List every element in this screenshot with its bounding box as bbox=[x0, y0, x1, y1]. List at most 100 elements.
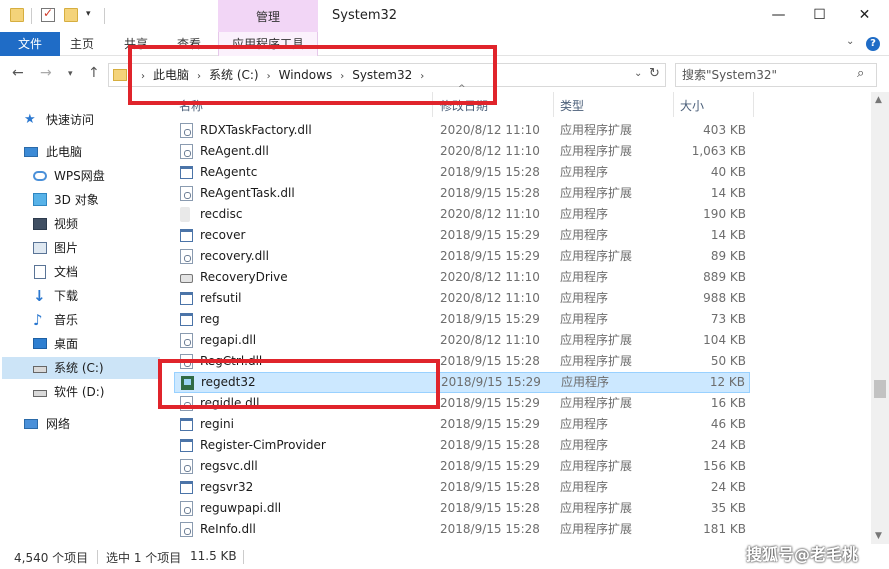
new-folder-icon[interactable] bbox=[64, 8, 78, 22]
nav-drive-c[interactable]: 系统 (C:) bbox=[2, 357, 160, 379]
file-name: recovery.dll bbox=[200, 249, 269, 263]
file-row[interactable]: regsvc.dll 2018/9/15 15:29 应用程序扩展 156 KB bbox=[174, 456, 750, 477]
file-row[interactable]: Register-CimProvider 2018/9/15 15:28 应用程序 2… bbox=[174, 435, 750, 456]
file-date: 2020/8/12 11:10 bbox=[440, 291, 540, 305]
file-size: 40 KB bbox=[710, 165, 746, 179]
manage-context-tab[interactable]: 管理 bbox=[218, 0, 318, 32]
nav-3d-objects[interactable]: 3D 对象 bbox=[0, 189, 158, 211]
file-row[interactable]: reg 2018/9/15 15:29 应用程序 73 KB bbox=[174, 309, 750, 330]
file-row[interactable]: regsvr32 2018/9/15 15:28 应用程序 24 KB bbox=[174, 477, 750, 498]
nav-pictures[interactable]: 图片 bbox=[0, 237, 158, 259]
file-name: regini bbox=[200, 417, 234, 431]
dll-file-icon bbox=[180, 459, 193, 474]
recent-locations-icon[interactable]: ▾ bbox=[68, 69, 73, 79]
file-date: 2018/9/15 15:29 bbox=[440, 396, 540, 410]
search-icon[interactable]: ⌕ bbox=[857, 66, 864, 81]
file-row[interactable]: ReAgentc 2018/9/15 15:28 应用程序 40 KB bbox=[174, 162, 750, 183]
search-box[interactable]: ⌕ bbox=[675, 63, 877, 87]
help-icon[interactable]: ? bbox=[866, 37, 880, 51]
file-size: 50 KB bbox=[710, 354, 746, 368]
nav-desktop[interactable]: 桌面 bbox=[0, 333, 158, 355]
vertical-scrollbar[interactable]: ▲ ▼ bbox=[871, 92, 889, 544]
scroll-down-icon[interactable]: ▼ bbox=[875, 531, 882, 541]
navigation-pane: ★ 快速访问 此电脑 WPS网盘 3D 对象 视频 图片 文档 ↓ 下载 ♪ 音… bbox=[0, 92, 160, 544]
file-date: 2020/8/12 11:10 bbox=[440, 270, 540, 284]
music-icon: ♪ bbox=[33, 311, 43, 329]
file-row[interactable]: ReInfo.dll 2018/9/15 15:28 应用程序扩展 181 KB bbox=[174, 519, 750, 540]
file-type: 应用程序 bbox=[560, 480, 609, 494]
search-input[interactable] bbox=[682, 67, 852, 83]
dll-file-icon bbox=[180, 123, 193, 138]
nav-this-pc[interactable]: 此电脑 bbox=[0, 141, 158, 163]
exe-file-icon bbox=[180, 313, 193, 326]
file-row[interactable]: recovery.dll 2018/9/15 15:29 应用程序扩展 89 KB bbox=[174, 246, 750, 267]
nav-label: 音乐 bbox=[54, 313, 79, 327]
column-type[interactable]: 类型 bbox=[560, 97, 584, 114]
column-divider[interactable] bbox=[753, 92, 754, 117]
file-row[interactable]: regini 2018/9/15 15:29 应用程序 46 KB bbox=[174, 414, 750, 435]
disc-file-icon bbox=[180, 207, 190, 222]
file-date: 2018/9/15 15:28 bbox=[440, 438, 540, 452]
file-name: reg bbox=[200, 312, 220, 326]
file-size: 89 KB bbox=[710, 249, 746, 263]
nav-music[interactable]: ♪ 音乐 bbox=[0, 309, 158, 331]
forward-button[interactable]: → bbox=[40, 65, 52, 81]
column-divider[interactable] bbox=[673, 92, 674, 117]
scroll-up-icon[interactable]: ▲ bbox=[875, 95, 882, 105]
maximize-button[interactable]: ☐ bbox=[797, 0, 842, 30]
nav-quick-access[interactable]: ★ 快速访问 bbox=[0, 109, 158, 131]
tab-home[interactable]: 主页 bbox=[70, 32, 94, 56]
nav-downloads[interactable]: ↓ 下载 bbox=[0, 285, 158, 307]
file-row[interactable]: recover 2018/9/15 15:29 应用程序 14 KB bbox=[174, 225, 750, 246]
file-date: 2020/8/12 11:10 bbox=[440, 144, 540, 158]
nav-network[interactable]: 网络 bbox=[0, 413, 158, 435]
nav-label: 文档 bbox=[54, 265, 79, 279]
file-size: 12 KB bbox=[709, 375, 745, 389]
file-date: 2018/9/15 15:28 bbox=[440, 354, 540, 368]
properties-check-icon[interactable] bbox=[41, 6, 55, 22]
nav-videos[interactable]: 视频 bbox=[0, 213, 158, 235]
refresh-icon[interactable]: ↻ bbox=[649, 66, 660, 81]
file-row[interactable]: RDXTaskFactory.dll 2020/8/12 11:10 应用程序扩展 4… bbox=[174, 120, 750, 141]
file-size: 403 KB bbox=[703, 123, 746, 137]
dll-file-icon bbox=[180, 501, 193, 516]
file-size: 889 KB bbox=[703, 270, 746, 284]
tab-file[interactable]: 文件 bbox=[0, 32, 60, 56]
file-row[interactable]: recdisc 2020/8/12 11:10 应用程序 190 KB bbox=[174, 204, 750, 225]
drive-c-icon bbox=[33, 366, 47, 373]
folder-icon[interactable] bbox=[10, 8, 24, 22]
exe-file-icon bbox=[180, 229, 193, 242]
file-row[interactable]: ReAgentTask.dll 2018/9/15 15:28 应用程序扩展 14 K… bbox=[174, 183, 750, 204]
computer-icon bbox=[24, 147, 38, 157]
up-button[interactable]: ↑ bbox=[88, 65, 100, 81]
nav-documents[interactable]: 文档 bbox=[0, 261, 158, 283]
column-divider[interactable] bbox=[553, 92, 554, 117]
file-row[interactable]: refsutil 2020/8/12 11:10 应用程序 988 KB bbox=[174, 288, 750, 309]
file-row[interactable]: ReAgent.dll 2020/8/12 11:10 应用程序扩展 1,063 KB bbox=[174, 141, 750, 162]
network-icon bbox=[24, 419, 38, 429]
column-size[interactable]: 大小 bbox=[680, 97, 704, 114]
file-name: recover bbox=[200, 228, 246, 242]
expand-ribbon-icon[interactable]: ⌄ bbox=[846, 36, 854, 47]
address-history-dropdown-icon[interactable]: ⌄ bbox=[634, 68, 642, 79]
highlight-box-address bbox=[128, 45, 497, 105]
scroll-thumb[interactable] bbox=[874, 380, 886, 398]
close-button[interactable]: ✕ bbox=[842, 0, 887, 30]
file-row[interactable]: reguwpapi.dll 2018/9/15 15:28 应用程序扩展 35 KB bbox=[174, 498, 750, 519]
nav-drive-d[interactable]: 软件 (D:) bbox=[0, 381, 158, 403]
nav-wps-cloud[interactable]: WPS网盘 bbox=[0, 165, 158, 187]
file-date: 2018/9/15 15:29 bbox=[440, 417, 540, 431]
quick-access-dropdown-icon[interactable]: ▾ bbox=[86, 9, 91, 19]
nav-label: WPS网盘 bbox=[54, 169, 105, 183]
item-count: 4,540 个项目 bbox=[14, 551, 89, 565]
picture-icon bbox=[33, 242, 47, 254]
minimize-button[interactable]: — bbox=[756, 0, 801, 30]
file-type: 应用程序扩展 bbox=[560, 123, 633, 137]
dll-file-icon bbox=[180, 186, 193, 201]
file-name: regapi.dll bbox=[200, 333, 257, 347]
file-row[interactable]: RecoveryDrive 2020/8/12 11:10 应用程序 889 KB bbox=[174, 267, 750, 288]
back-button[interactable]: ← bbox=[12, 65, 24, 81]
file-date: 2018/9/15 15:28 bbox=[440, 501, 540, 515]
file-row[interactable]: regapi.dll 2020/8/12 11:10 应用程序扩展 104 KB bbox=[174, 330, 750, 351]
exe-file-icon bbox=[180, 481, 193, 494]
